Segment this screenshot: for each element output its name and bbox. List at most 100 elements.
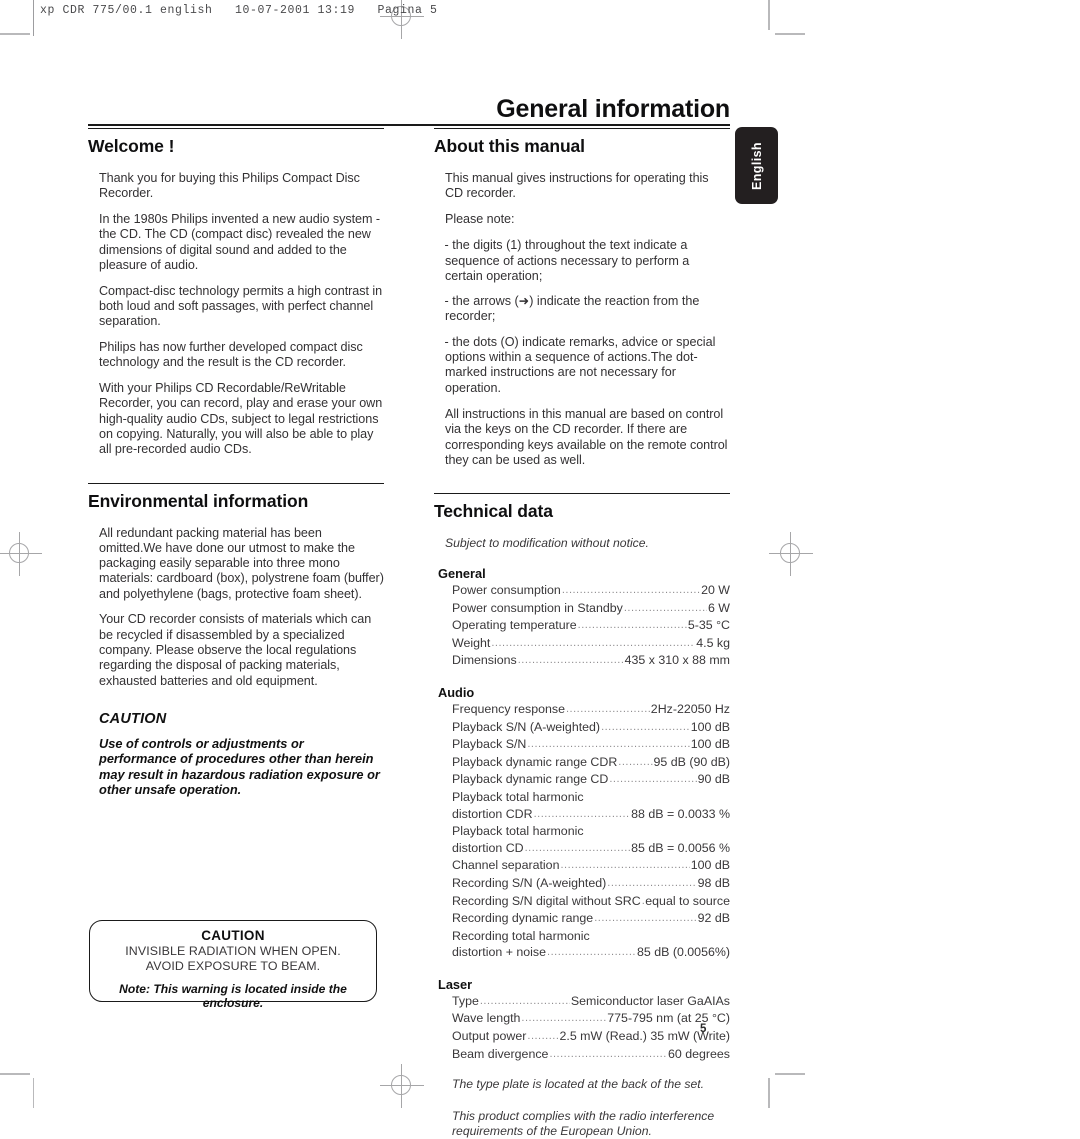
spec-row: Type....................................… [452,993,730,1011]
spec-row: Frequency response......................… [452,701,730,719]
spec-row: Recording total harmonic [452,928,730,945]
technical-data-subject-note: Subject to modification without notice. [445,536,649,550]
spec-row: Operating temperature...................… [452,617,730,635]
spec-row: Channel separation......................… [452,857,730,875]
spec-key: Recording dynamic range [452,911,594,926]
spec-key: Weight [452,635,491,650]
spec-key: Output power [452,1029,527,1044]
spec-key: Playback total harmonic [452,824,584,839]
spec-key: Channel separation [452,858,560,873]
spec-dot-leader: ........................................… [521,1012,607,1025]
about-manual-bullet: - the dots (O) indicate remarks, advice … [444,334,716,395]
spec-key: Playback total harmonic [452,789,584,804]
spec-row: Weight..................................… [452,635,730,653]
spec-row: Playback dynamic range CD...............… [452,771,730,789]
title-divider [88,124,730,126]
spec-dot-leader: ........................................… [517,654,624,667]
spec-dot-leader: ........................................… [524,841,631,854]
spec-dot-leader: ........................................… [547,946,636,959]
spec-row: distortion CD...........................… [452,840,730,858]
environmental-paragraph: All redundant packing material has been … [99,525,384,601]
spec-group-heading: Audio [438,684,475,700]
caution-box-line2: AVOID EXPOSURE TO BEAM. [145,959,321,973]
spec-dot-leader: ........................................… [527,1030,559,1043]
language-tab: English [735,127,778,204]
spec-key: Wave length [452,1011,521,1026]
spec-value: 20 W [701,583,730,597]
spec-value: 100 dB [690,737,730,752]
spec-row: Wave length.............................… [452,1010,730,1028]
spec-dot-leader: ........................................… [479,994,570,1007]
spec-dot-leader: ........................................… [609,773,697,786]
spec-row: Dimensions..............................… [452,652,730,670]
spec-row: Recording S/N (A-weighted)..............… [452,875,730,893]
about-manual-intro: This manual gives instructions for opera… [445,170,709,201]
spec-group-heading: Laser [438,976,473,992]
spec-row: distortion CDR..........................… [452,806,730,824]
spec-value: 435 x 310 x 88 mm [624,653,730,668]
spec-key: Playback dynamic range CDR [452,754,618,769]
right-column: About this manual This manual gives inst… [434,128,730,1139]
welcome-paragraph: In the 1980s Philips invented a new audi… [99,211,381,272]
spec-key: Frequency response [452,701,565,716]
spec-key: Beam divergence [452,1046,549,1061]
spec-key: Recording S/N (A-weighted) [452,875,607,890]
about-manual-please-note: Please note: [445,211,515,226]
spec-dot-leader: ........................................… [607,876,697,889]
spec-dot-leader: ........................................… [565,702,650,715]
spec-value: 92 dB [697,911,730,926]
spec-dot-leader: ........................................… [594,912,696,925]
spec-key: distortion + noise [452,945,547,960]
spec-value: Semiconductor laser GaAIAs [570,993,730,1008]
spec-key: Playback S/N [452,737,527,752]
spec-dot-leader: ........................................… [601,720,690,733]
spec-value: 88 dB = 0.0033 % [631,806,730,821]
spec-row: Playback total harmonic [452,823,730,840]
spec-row: Playback S/N............................… [452,736,730,754]
spec-value: 100 dB [690,719,730,734]
spec-key: Operating temperature [452,618,577,633]
spec-value: 90 dB [697,772,730,787]
spec-key: Recording S/N digital without SRC [452,893,641,908]
spec-row: Recording S/N digital without SRC.......… [452,893,730,911]
welcome-paragraph: Compact-disc technology permits a high c… [99,283,383,329]
spec-key: Power consumption [452,583,561,597]
welcome-heading: Welcome ! [88,128,384,158]
spec-value: 6 W [707,600,730,615]
about-manual-bullet: - the digits (1) throughout the text ind… [444,238,690,283]
about-manual-closing: All instructions in this manual are base… [445,406,728,467]
page-number: 5 [700,1023,707,1035]
spec-row: Power consumption in Standby............… [452,600,730,618]
caution-box-title: CAUTION [201,928,265,943]
about-manual-heading: About this manual [434,128,730,158]
welcome-paragraph: Thank you for buying this Philips Compac… [99,170,360,201]
caution-body: Use of controls or adjustments or perfor… [99,735,380,798]
environmental-heading: Environmental information [88,482,384,513]
spec-list: Type....................................… [434,993,730,1063]
welcome-paragraph: With your Philips CD Recordable/ReWritab… [99,381,383,457]
spec-value: 85 dB (0.0056%) [637,945,730,960]
spec-dot-leader: ........................................… [623,601,707,614]
caution-box-line1: INVISIBLE RADIATION WHEN OPEN. [125,944,341,958]
spec-row: Recording dynamic range.................… [452,910,730,928]
spec-dot-leader: ........................................… [527,738,690,751]
spec-row: Playback dynamic range CDR..............… [452,754,730,772]
spec-value: 2Hz-22050 Hz [650,701,730,716]
caution-box-note: Note: This warning is located inside the… [119,982,347,1010]
spec-value: 4.5 kg [696,635,730,650]
spec-group-heading: General [438,566,486,581]
spec-key: Recording total harmonic [452,928,590,943]
spec-dot-leader: ........................................… [642,893,645,910]
page-title: General information [496,95,730,123]
spec-dot-leader: ........................................… [577,619,687,632]
spec-key: Dimensions [452,653,517,668]
spec-value: 5-35 °C [687,618,730,633]
document-page: General information English Welcome ! Th… [0,0,1080,1138]
left-column: Welcome ! Thank you for buying this Phil… [88,128,384,798]
spec-dot-leader: ........................................… [533,807,631,820]
caution-box: CAUTION INVISIBLE RADIATION WHEN OPEN. A… [89,920,377,1010]
welcome-paragraph: Philips has now further developed compac… [99,340,363,370]
spec-dot-leader: ........................................… [549,1047,667,1060]
spec-value: 60 degrees [667,1046,730,1061]
spec-dot-leader: ........................................… [560,859,690,872]
